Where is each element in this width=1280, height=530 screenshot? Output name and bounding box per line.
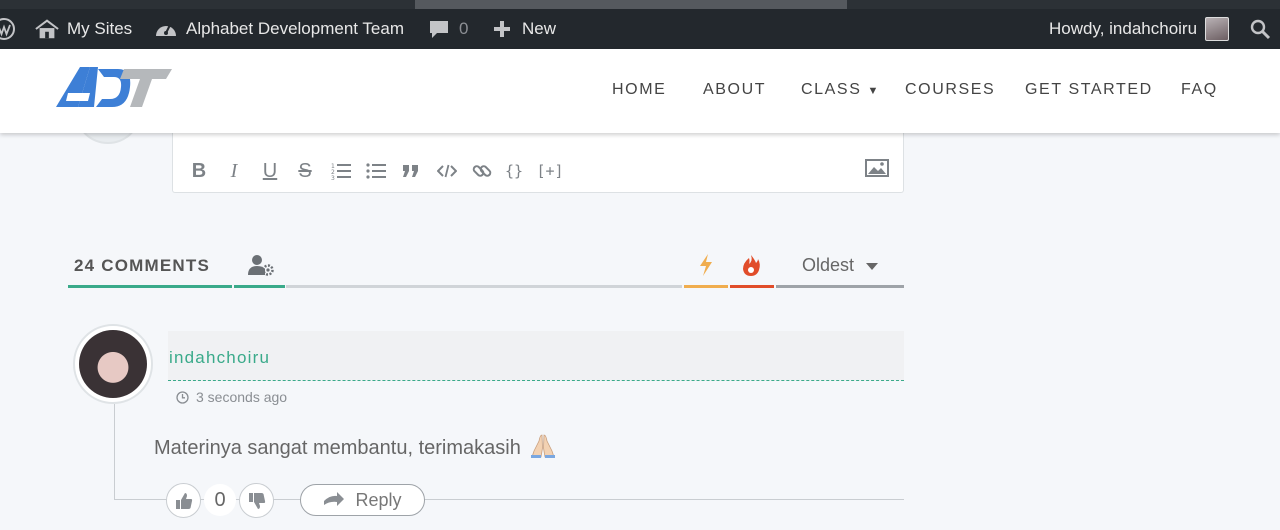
reply-arrow-icon bbox=[324, 492, 345, 506]
tab-underline-spacer bbox=[286, 285, 682, 288]
reply-label: Reply bbox=[355, 489, 402, 510]
my-sites-menu[interactable]: My Sites bbox=[35, 9, 132, 49]
comment-body: Materinya sangat membantu, terimakasih bbox=[154, 433, 556, 460]
ordered-list-icon[interactable]: 123 bbox=[329, 160, 353, 182]
search-icon bbox=[1248, 17, 1272, 41]
tab-underline-bolt bbox=[684, 285, 728, 288]
subscribe-users-icon[interactable] bbox=[248, 254, 274, 278]
sort-label: Oldest bbox=[802, 255, 855, 275]
thumbs-down-icon bbox=[248, 492, 265, 509]
upvote-button[interactable] bbox=[166, 483, 201, 518]
howdy-text: Howdy, indahchoiru bbox=[1049, 19, 1198, 38]
comments-header: 24 COMMENTS Oldest bbox=[68, 248, 904, 288]
nav-faq[interactable]: FAQ bbox=[1181, 81, 1218, 99]
dashboard-icon bbox=[154, 17, 178, 41]
thread-line-vertical bbox=[114, 404, 115, 500]
downvote-button[interactable] bbox=[239, 483, 274, 518]
admin-search[interactable] bbox=[1248, 9, 1272, 49]
account-menu[interactable]: Howdy, indahchoiru bbox=[1049, 9, 1230, 49]
home-icon bbox=[35, 17, 59, 41]
nav-about[interactable]: ABOUT bbox=[703, 81, 766, 99]
user-avatar-small bbox=[1205, 17, 1230, 41]
site-header: HOME ABOUT CLASS ▼ COURSES GET STARTED FA… bbox=[0, 49, 1280, 133]
bold-icon[interactable]: B bbox=[187, 160, 211, 182]
svg-text:3: 3 bbox=[331, 175, 335, 180]
avatar-image bbox=[79, 330, 147, 398]
italic-icon[interactable]: I bbox=[222, 160, 246, 182]
comment-time[interactable]: 3 seconds ago bbox=[176, 389, 287, 405]
site-name: Alphabet Development Team bbox=[186, 19, 404, 38]
reply-button[interactable]: Reply bbox=[300, 484, 425, 516]
tab-underline-sort bbox=[776, 285, 904, 288]
editor-toolbar: B I U S 123 {} [+] bbox=[173, 148, 903, 192]
admin-bar-topline-segment bbox=[415, 0, 847, 9]
nav-courses[interactable]: COURSES bbox=[905, 81, 995, 99]
site-name-menu[interactable]: Alphabet Development Team bbox=[154, 9, 404, 49]
strikethrough-icon[interactable]: S bbox=[293, 160, 317, 182]
unordered-list-icon[interactable] bbox=[364, 160, 388, 182]
nav-class-label: CLASS bbox=[801, 81, 862, 98]
clock-icon bbox=[176, 390, 189, 404]
nav-home[interactable]: HOME bbox=[612, 81, 666, 99]
comment-time-text: 3 seconds ago bbox=[196, 389, 288, 405]
spoiler-icon[interactable]: [+] bbox=[535, 160, 565, 182]
wordpress-menu[interactable] bbox=[0, 9, 16, 49]
image-upload-icon[interactable] bbox=[865, 158, 889, 180]
bolt-icon[interactable] bbox=[696, 253, 716, 277]
fire-icon[interactable] bbox=[741, 253, 761, 277]
quote-icon[interactable] bbox=[399, 160, 423, 182]
nav-class[interactable]: CLASS ▼ bbox=[801, 81, 880, 99]
comments-count: 0 bbox=[459, 19, 469, 38]
wordpress-icon bbox=[0, 17, 16, 41]
comment-text: Materinya sangat membantu, terimakasih bbox=[154, 437, 521, 459]
my-sites-label: My Sites bbox=[67, 19, 133, 38]
comment-author-avatar[interactable] bbox=[73, 324, 153, 404]
underline-icon[interactable]: U bbox=[258, 160, 282, 182]
sort-dropdown[interactable]: Oldest bbox=[802, 255, 879, 276]
new-label: New bbox=[522, 19, 557, 38]
new-content-menu[interactable]: New bbox=[490, 9, 556, 49]
comment-header: indahchoiru bbox=[168, 331, 904, 381]
praying-hands-icon bbox=[530, 433, 556, 459]
comments-menu[interactable]: 0 bbox=[427, 9, 468, 49]
link-icon[interactable] bbox=[470, 160, 494, 182]
tab-underline-comments bbox=[68, 285, 232, 288]
tab-underline-users bbox=[234, 285, 285, 288]
site-logo[interactable] bbox=[54, 61, 174, 111]
code-icon[interactable] bbox=[435, 160, 459, 182]
plus-icon bbox=[490, 17, 514, 41]
tab-underline-fire bbox=[730, 285, 774, 288]
thumbs-up-icon bbox=[175, 492, 192, 509]
admin-bar: My Sites Alphabet Development Team 0 New… bbox=[0, 0, 1280, 49]
vote-count: 0 bbox=[204, 484, 236, 516]
nav-get-started[interactable]: GET STARTED bbox=[1025, 81, 1153, 99]
admin-bar-topline bbox=[0, 0, 1280, 9]
code-block-icon[interactable]: {} bbox=[502, 160, 526, 182]
caret-down-icon: ▼ bbox=[867, 85, 880, 97]
comment-bubble-icon bbox=[427, 17, 451, 41]
comment-author[interactable]: indahchoiru bbox=[169, 348, 270, 368]
chevron-down-icon bbox=[866, 262, 879, 270]
comments-count-label: 24 COMMENTS bbox=[74, 256, 210, 275]
